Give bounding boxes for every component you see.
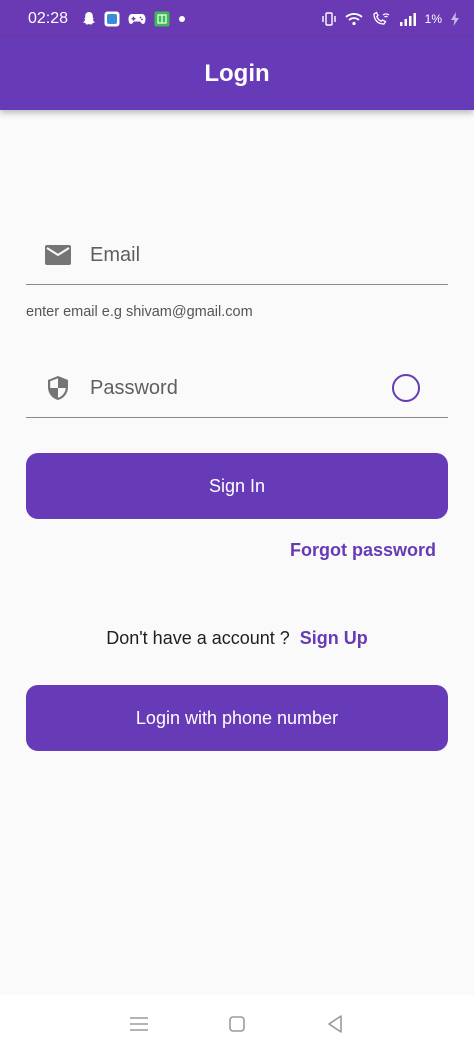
email-field[interactable] [26,225,448,285]
signal-icon [399,12,417,26]
login-with-phone-button[interactable]: Login with phone number [26,685,448,751]
status-time: 02:28 [28,10,69,27]
mail-icon [44,241,72,269]
charging-icon [450,11,460,27]
store-icon [154,11,170,27]
sign-up-link[interactable]: Sign Up [300,628,368,649]
status-right: 1% [321,11,460,27]
app-icon [104,11,120,27]
gamepad-icon [128,12,146,26]
signup-prompt: Don't have a account ? [106,628,290,648]
wifi-calling-icon [371,11,391,27]
app-bar: Login [0,38,474,110]
page-title: Login [204,60,270,87]
shield-icon [44,374,72,402]
vibrate-icon [321,11,337,27]
email-helper-text: enter email e.g shivam@gmail.com [26,304,253,320]
email-input[interactable] [90,235,390,275]
snapchat-icon [82,11,96,27]
forgot-password-link[interactable]: Forgot password [290,540,436,561]
status-bar: 02:28 1% [0,0,474,38]
battery-level: 1% [424,12,442,26]
back-triangle-icon[interactable] [323,1012,347,1036]
status-left: 02:28 [28,10,186,28]
home-square-icon[interactable] [225,1012,249,1036]
system-nav-bar [0,995,474,1053]
menu-icon[interactable] [127,1012,151,1036]
password-field[interactable] [26,358,448,418]
sign-in-button[interactable]: Sign In [26,453,448,519]
wifi-icon [345,12,363,26]
password-input[interactable] [90,368,390,408]
signup-row: Don't have a account ? Sign Up [0,628,474,649]
dot-icon [178,15,186,23]
password-visibility-toggle[interactable] [392,374,420,402]
